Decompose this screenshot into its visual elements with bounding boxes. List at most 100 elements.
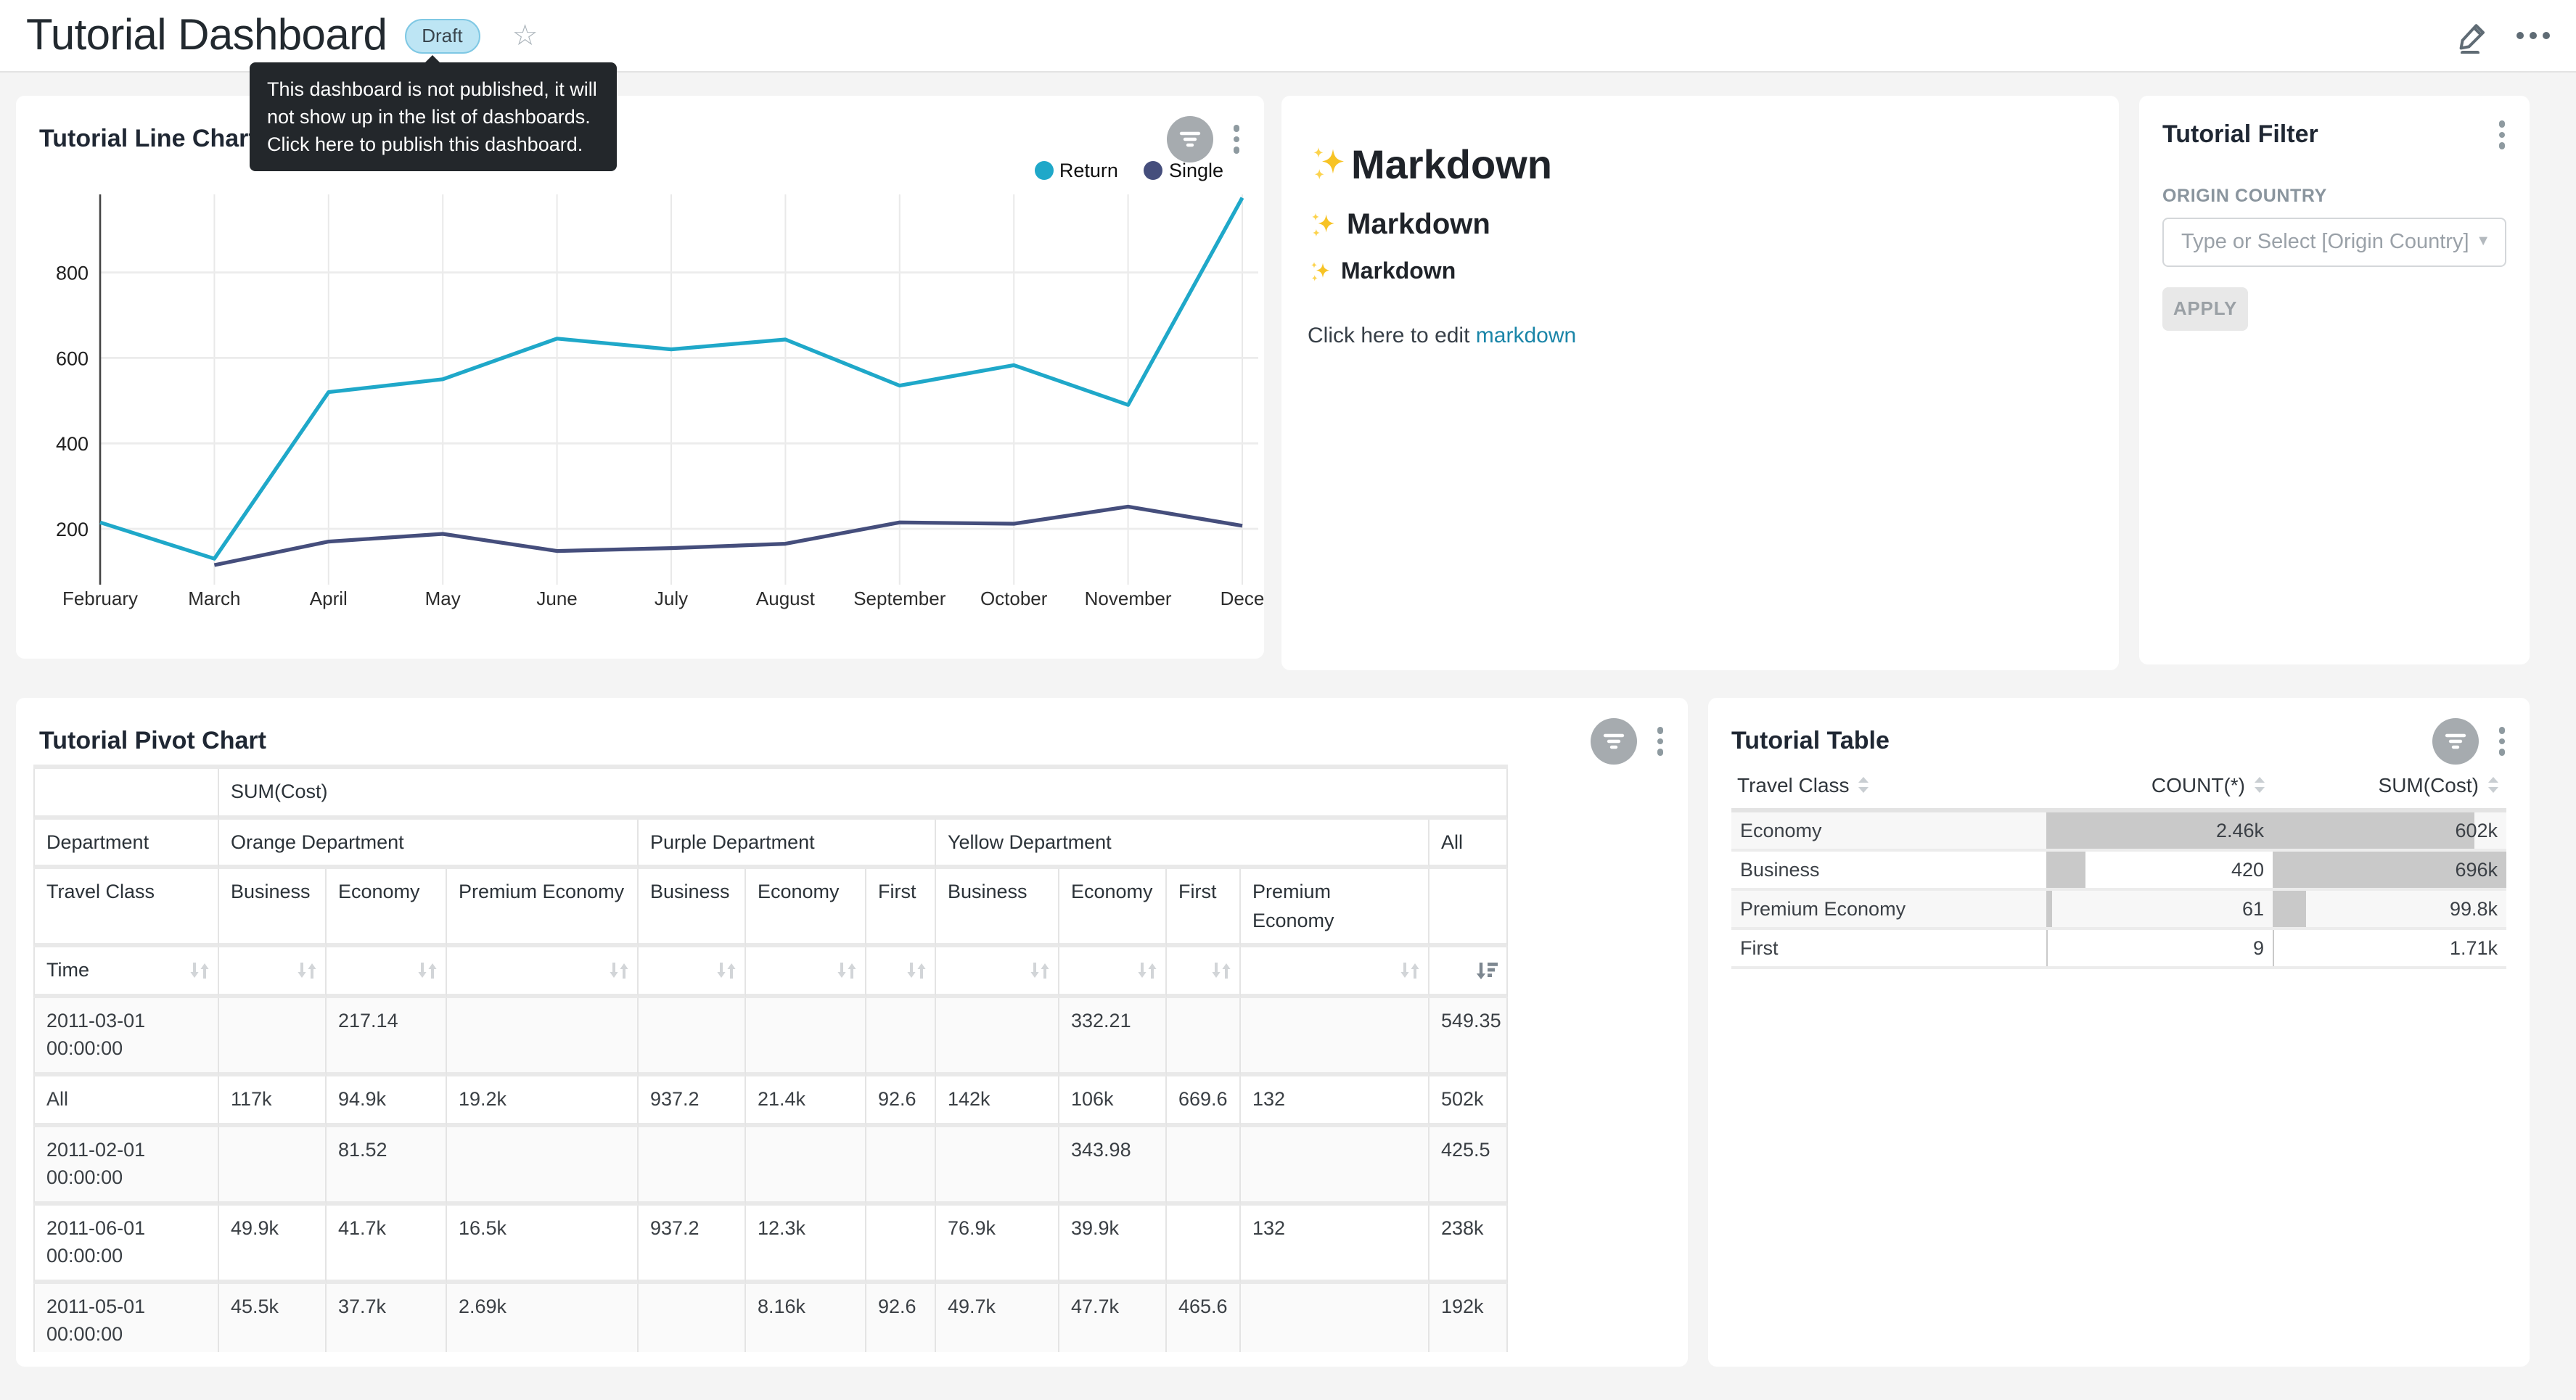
pivot-value-cell: 92.6 bbox=[866, 1284, 936, 1353]
pivot-corner-cell bbox=[33, 769, 219, 819]
apply-button[interactable]: APPLY bbox=[2162, 287, 2248, 330]
x-tick-label: April bbox=[310, 588, 348, 609]
pivot-class-cell: Premium Economy bbox=[447, 869, 639, 947]
legend-item-return[interactable]: Return bbox=[1035, 160, 1118, 181]
pivot-sort-row: Time bbox=[33, 948, 1508, 998]
pivot-value-cell: 94.9k bbox=[327, 1076, 447, 1127]
sort-button[interactable] bbox=[1399, 959, 1421, 982]
sort-button[interactable] bbox=[1136, 959, 1158, 982]
pivot-value-cell bbox=[1167, 1205, 1241, 1283]
applied-filters-badge[interactable] bbox=[1590, 718, 1636, 765]
pivot-value-cell: 21.4k bbox=[746, 1076, 866, 1127]
filter-menu-button[interactable] bbox=[2494, 116, 2509, 153]
line-chart-title: Tutorial Line Chart bbox=[39, 125, 257, 154]
y-tick-label: 400 bbox=[56, 433, 89, 455]
pivot-data-row: 2011-05-01 00:00:0045.5k37.7k2.69k8.16k9… bbox=[33, 1284, 1508, 1353]
pivot-value-cell bbox=[1241, 1284, 1429, 1353]
pivot-class-cell bbox=[1429, 869, 1508, 947]
pivot-value-cell bbox=[1241, 998, 1429, 1076]
line-chart-menu-button[interactable] bbox=[1228, 121, 1244, 158]
line-chart-header: Tutorial Line Chart bbox=[16, 96, 1264, 162]
table-header-row: Travel Class COUNT(*) SUM(Cost) bbox=[1731, 765, 2506, 812]
sort-button[interactable] bbox=[417, 959, 438, 982]
count-cell: 61 bbox=[2046, 891, 2273, 930]
pivot-table: SUM(Cost) DepartmentOrange DepartmentPur… bbox=[33, 765, 1508, 1352]
pivot-header: Tutorial Pivot Chart bbox=[16, 698, 1688, 765]
pivot-time-label: Time bbox=[33, 948, 219, 998]
origin-country-select[interactable]: Type or Select [Origin Country] ▼ bbox=[2162, 217, 2506, 266]
column-header-count[interactable]: COUNT(*) bbox=[2046, 765, 2273, 812]
sort-desc-active-icon bbox=[1474, 959, 1499, 982]
pivot-class-cell: Economy bbox=[327, 869, 447, 947]
table-header: Tutorial Table bbox=[1708, 698, 2530, 765]
x-tick-label: November bbox=[1085, 588, 1172, 609]
table-row: Business 420 696k bbox=[1731, 852, 2506, 891]
legend-item-single[interactable]: Single bbox=[1144, 160, 1223, 181]
pivot-value-cell: 937.2 bbox=[639, 1205, 746, 1283]
data-table: Travel Class COUNT(*) SUM(Cost) Economy … bbox=[1731, 765, 2506, 969]
sort-icon bbox=[189, 959, 210, 982]
y-tick-label: 800 bbox=[56, 263, 89, 284]
sort-icon bbox=[2252, 773, 2267, 796]
sort-button[interactable] bbox=[1210, 959, 1232, 982]
x-tick-label: September bbox=[853, 588, 946, 609]
sort-icon bbox=[1029, 959, 1051, 982]
pivot-menu-button[interactable] bbox=[1652, 723, 1668, 760]
edit-dashboard-button[interactable] bbox=[2456, 18, 2490, 53]
y-tick-label: 200 bbox=[56, 519, 89, 540]
pivot-value-cell bbox=[639, 998, 746, 1076]
panel-filter: Tutorial Filter ORIGIN COUNTRY Type or S… bbox=[2139, 96, 2530, 664]
pivot-value-cell: 217.14 bbox=[327, 998, 447, 1076]
markdown-h3: Markdown bbox=[1308, 260, 2093, 286]
sort-button[interactable] bbox=[1474, 959, 1499, 982]
header-actions bbox=[2456, 18, 2550, 53]
pivot-value-cell: 16.5k bbox=[447, 1205, 639, 1283]
x-tick-label: Dece bbox=[1221, 588, 1264, 609]
sparkles-icon bbox=[1308, 210, 1340, 242]
app-header: Tutorial Dashboard Draft ☆ bbox=[0, 0, 2576, 73]
pivot-value-cell: 192k bbox=[1429, 1284, 1508, 1353]
sort-icon bbox=[1399, 959, 1421, 982]
sort-button[interactable] bbox=[1029, 959, 1051, 982]
pivot-value-cell: 2.69k bbox=[447, 1284, 639, 1353]
column-header-sum-cost[interactable]: SUM(Cost) bbox=[2273, 765, 2506, 812]
pivot-sort-cell bbox=[327, 948, 447, 998]
sort-button[interactable] bbox=[608, 959, 630, 982]
pivot-value-cell: 937.2 bbox=[639, 1076, 746, 1127]
sort-button[interactable] bbox=[296, 959, 318, 982]
pivot-value-cell bbox=[447, 998, 639, 1076]
pivot-sort-cell bbox=[1167, 948, 1241, 998]
pencil-icon bbox=[2456, 18, 2490, 53]
column-header-travel-class[interactable]: Travel Class bbox=[1731, 765, 2046, 812]
pivot-value-cell: 132 bbox=[1241, 1205, 1429, 1283]
select-placeholder: Type or Select [Origin Country] bbox=[2181, 230, 2470, 253]
pivot-sort-cell bbox=[1059, 948, 1167, 998]
x-tick-label: May bbox=[425, 588, 461, 609]
x-tick-label: February bbox=[62, 588, 138, 609]
panel-pivot-chart: Tutorial Pivot Chart SUM(Cost) Departmen… bbox=[16, 698, 1688, 1367]
favorite-star-icon[interactable]: ☆ bbox=[512, 21, 538, 50]
applied-filters-badge[interactable] bbox=[1166, 116, 1213, 162]
sort-button[interactable] bbox=[836, 959, 858, 982]
applied-filters-badge[interactable] bbox=[2432, 718, 2478, 765]
legend-label: Return bbox=[1059, 160, 1118, 181]
sparkles-icon bbox=[1308, 260, 1334, 286]
table-menu-button[interactable] bbox=[2494, 723, 2509, 760]
pivot-data-row: 2011-06-01 00:00:0049.9k41.7k16.5k937.21… bbox=[33, 1205, 1508, 1283]
pivot-class-cell: Premium Economy bbox=[1241, 869, 1429, 947]
pivot-value-cell bbox=[936, 1127, 1059, 1205]
origin-country-label: ORIGIN COUNTRY bbox=[2162, 185, 2506, 205]
pivot-department-cell: Orange Department bbox=[219, 819, 639, 869]
pivot-value-cell: 47.7k bbox=[1059, 1284, 1167, 1353]
travel-class-cell: Premium Economy bbox=[1731, 891, 2046, 930]
x-tick-label: August bbox=[756, 588, 816, 609]
pivot-value-cell bbox=[1167, 1127, 1241, 1205]
sort-button[interactable] bbox=[715, 959, 737, 982]
sort-button[interactable] bbox=[906, 959, 927, 982]
more-menu-button[interactable] bbox=[2516, 32, 2550, 39]
markdown-edit-link[interactable]: markdown bbox=[1476, 324, 1576, 348]
filter-title: Tutorial Filter bbox=[2162, 120, 2318, 149]
count-cell: 9 bbox=[2046, 930, 2273, 969]
sort-button[interactable] bbox=[189, 959, 210, 982]
pivot-value-cell: 49.9k bbox=[219, 1205, 327, 1283]
